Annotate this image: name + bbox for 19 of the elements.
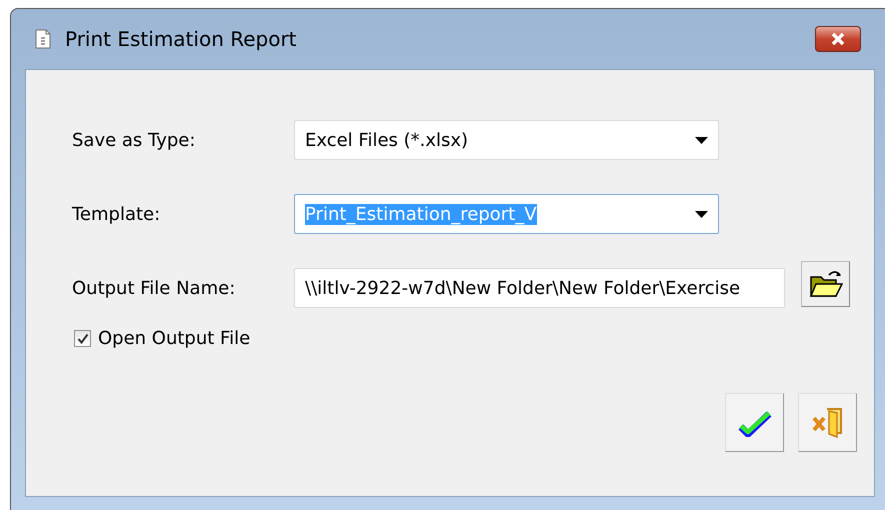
ok-button[interactable] xyxy=(725,393,784,452)
window-title: Print Estimation Report xyxy=(65,27,298,51)
browse-button[interactable] xyxy=(801,261,850,307)
caret-icon xyxy=(695,136,708,144)
exit-door-icon xyxy=(810,406,844,440)
input-field[interactable]: \\iltlv-2922-w7d\New Folder\New Folder\Exercise xyxy=(294,268,785,308)
dropdown-field[interactable]: Excel Files (*.xlsx) xyxy=(294,120,719,160)
field-label: Output File Name: xyxy=(72,278,236,298)
exit-button[interactable] xyxy=(798,393,857,452)
close-button[interactable] xyxy=(815,26,861,52)
caret-icon xyxy=(695,210,708,218)
checkbox-label: Open Output File xyxy=(98,328,250,349)
field-label: Template: xyxy=(72,204,162,224)
folder-icon xyxy=(808,269,842,299)
checkbox[interactable] xyxy=(74,330,91,347)
close-icon xyxy=(829,32,847,46)
field-label: Save as Type: xyxy=(72,130,196,150)
checkmark-icon xyxy=(738,408,772,436)
document-icon xyxy=(35,29,51,49)
